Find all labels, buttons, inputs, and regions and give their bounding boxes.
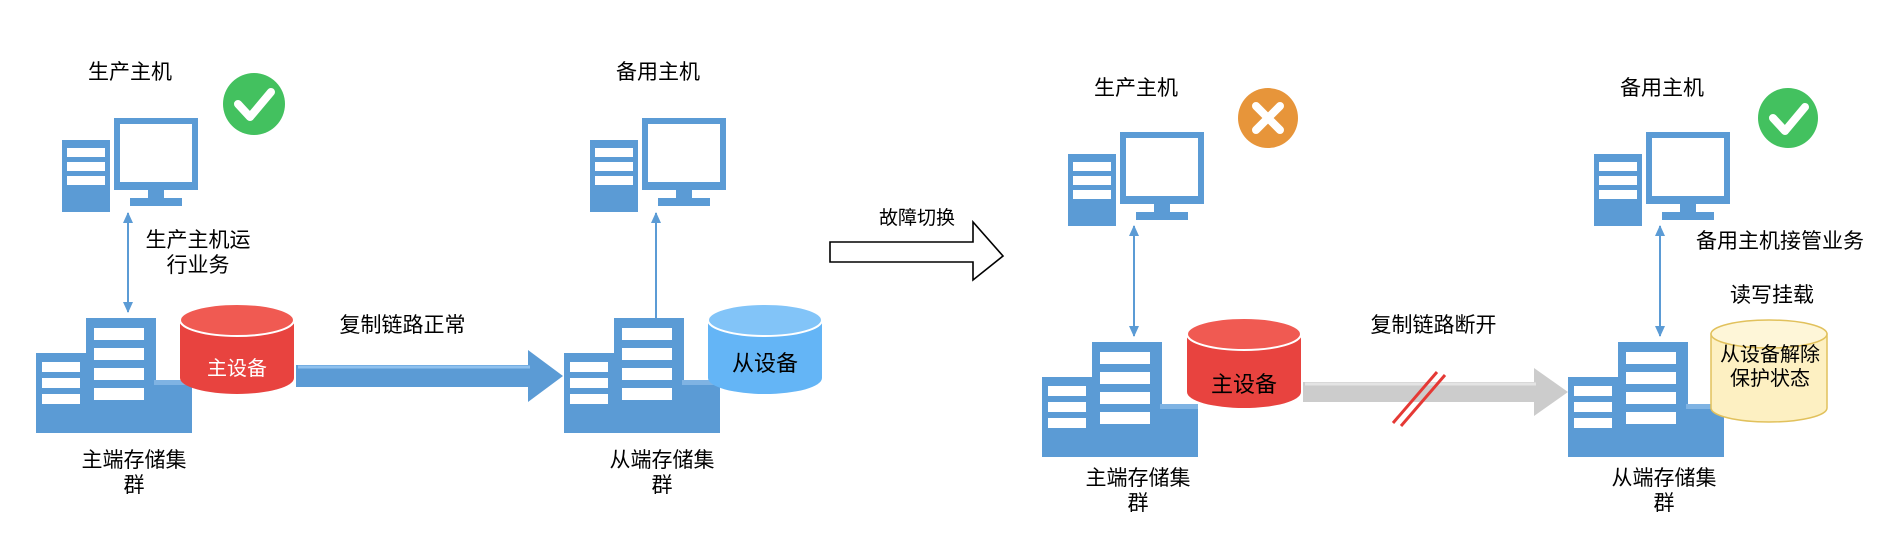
backup-host-pc-2	[1594, 132, 1730, 226]
secondary-cluster-label: 从端存储集群	[609, 448, 715, 497]
secondary-storage-cluster-2	[1568, 342, 1724, 457]
backup-host-label: 备用主机	[616, 60, 700, 84]
production-host-pc-failed	[1068, 132, 1204, 226]
primary-cluster-label: 主端存储集群	[81, 448, 187, 497]
secondary-device-label: 从设备	[732, 352, 798, 377]
production-host-pc	[62, 118, 198, 212]
production-host-label-2: 生产主机	[1094, 76, 1178, 100]
broken-link-status: 复制链路断开	[1370, 313, 1497, 337]
primary-cluster-label-2: 主端存储集群	[1085, 466, 1191, 515]
primary-storage-cluster	[36, 318, 192, 433]
secondary-cluster-label-2: 从端存储集群	[1611, 466, 1717, 515]
host-running-note: 生产主机运行业务	[145, 228, 251, 277]
primary-storage-cluster-2	[1042, 342, 1198, 457]
primary-device-label-2: 主设备	[1211, 373, 1277, 398]
backup-host-label-2: 备用主机	[1620, 76, 1704, 100]
check-circle-icon	[223, 73, 285, 135]
rw-mount-label: 读写挂载	[1730, 283, 1814, 307]
secondary-device-disk	[707, 303, 823, 394]
production-host-label: 生产主机	[88, 60, 172, 84]
released-device-label: 从设备解除保护状态	[1720, 342, 1820, 390]
cross-circle-icon	[1238, 88, 1298, 148]
replication-link-arrow	[296, 350, 563, 402]
backup-host-pc	[590, 118, 726, 212]
replication-link-status: 复制链路正常	[339, 313, 466, 337]
primary-device-label: 主设备	[207, 356, 267, 380]
check-circle-icon	[1758, 88, 1818, 148]
failover-label: 故障切换	[878, 207, 955, 229]
primary-device-disk	[179, 303, 295, 394]
takeover-note: 备用主机接管业务	[1696, 229, 1864, 253]
secondary-storage-cluster	[564, 318, 720, 433]
